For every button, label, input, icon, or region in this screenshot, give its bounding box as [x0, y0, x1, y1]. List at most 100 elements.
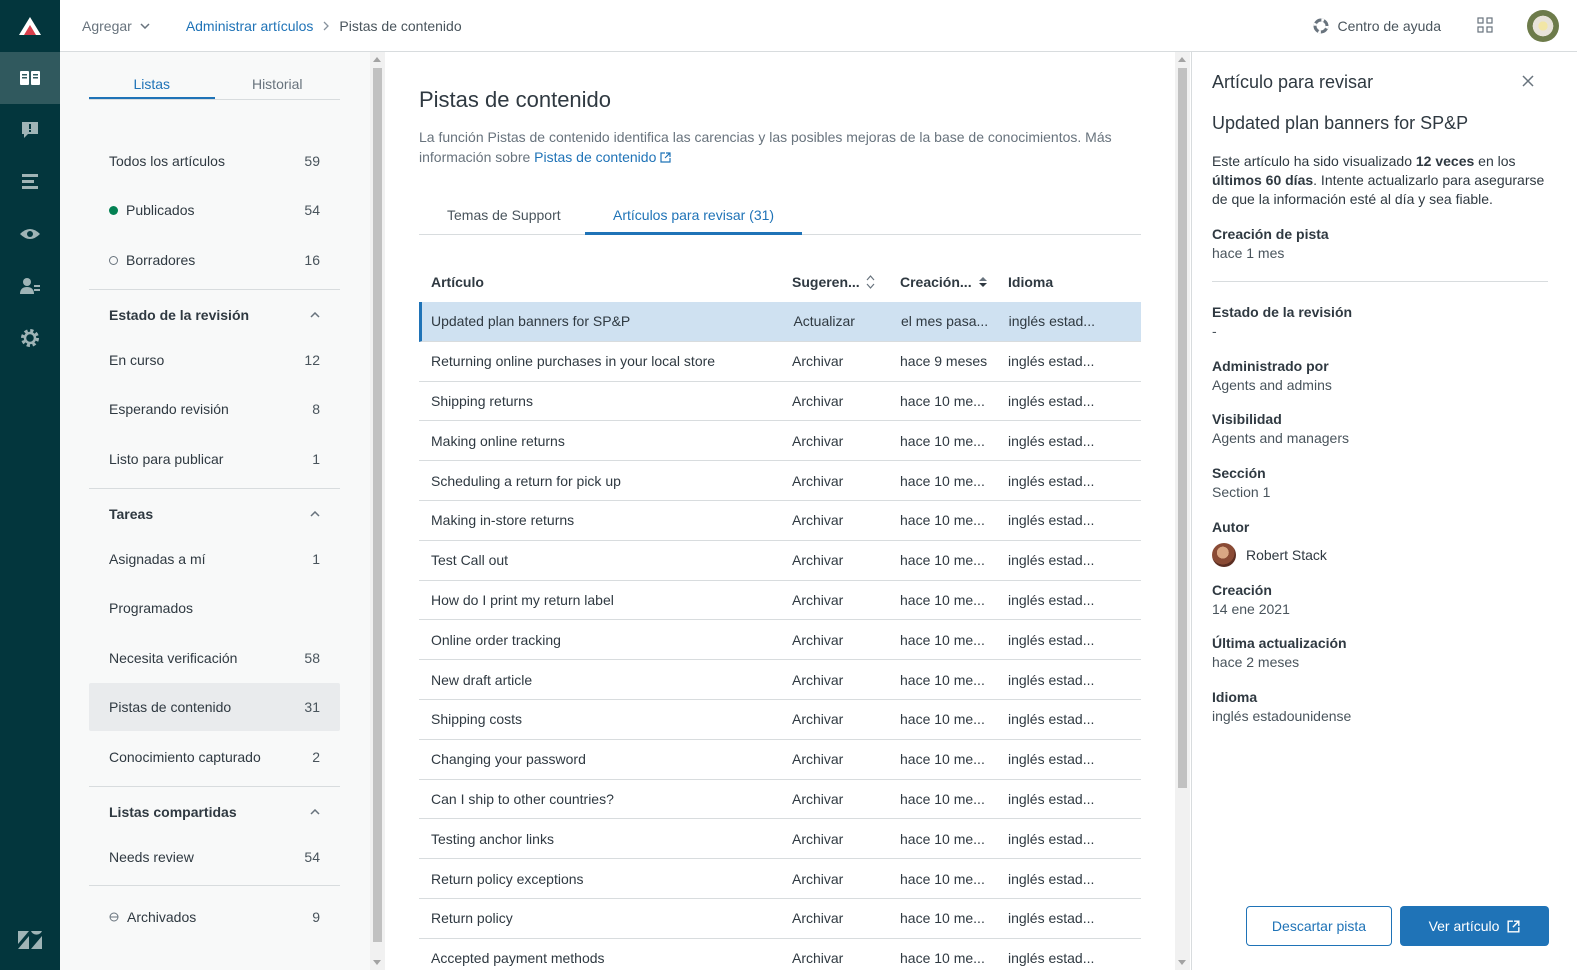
cell-article: Accepted payment methods	[431, 950, 605, 967]
review-status-section-header[interactable]: Estado de la revisión	[89, 291, 340, 339]
table-row[interactable]: Shipping returns Archivar hace 10 me... ing…	[419, 382, 1141, 422]
help-center-link[interactable]: Centro de ayuda	[1313, 18, 1441, 34]
table-row[interactable]: Testing anchor links Archivar hace 10 me..…	[419, 819, 1141, 860]
cell-created: hace 10 me...	[900, 392, 985, 409]
list-captured-knowledge[interactable]: Conocimiento capturado 2	[89, 733, 340, 781]
cell-article: How do I print my return label	[431, 591, 614, 608]
tab-history[interactable]: Historial	[215, 76, 341, 99]
list-in-progress[interactable]: En curso 12	[89, 336, 340, 384]
table-row[interactable]: Return policy Archivar hace 10 me... inglés…	[419, 899, 1141, 939]
list-all-articles[interactable]: Todos los artículos 59	[89, 137, 340, 185]
field-created: Creación 14 ene 2021	[1212, 582, 1290, 617]
help-center-label: Centro de ayuda	[1337, 18, 1441, 34]
cell-language: inglés estad...	[1008, 472, 1095, 489]
dismiss-cue-button[interactable]: Descartar pista	[1246, 906, 1392, 946]
table-row[interactable]: Making in-store returns Archivar hace 10 m…	[419, 501, 1141, 541]
preview-eye-nav-icon[interactable]	[0, 208, 60, 260]
external-link-icon	[1507, 919, 1520, 933]
user-permissions-nav-icon[interactable]	[0, 260, 60, 312]
cell-language: inglés estad...	[1008, 950, 1095, 967]
table-row[interactable]: Test Call out Archivar hace 10 me... inglés…	[419, 541, 1141, 581]
tab-support-topics[interactable]: Temas de Support	[419, 200, 589, 235]
field-managed-by: Administrado por Agents and admins	[1212, 358, 1332, 393]
tasks-section-header[interactable]: Tareas	[89, 490, 340, 538]
tab-articles-to-review[interactable]: Artículos para revisar (31)	[585, 200, 803, 235]
column-header-article[interactable]: Artículo	[419, 274, 780, 290]
scroll-down-arrow-icon[interactable]	[373, 960, 381, 965]
main-scrollbar[interactable]	[1175, 52, 1190, 970]
knowledge-nav-icon[interactable]	[0, 52, 60, 104]
chevron-up-icon	[310, 511, 320, 517]
content-cues-help-link[interactable]: Pistas de contenido	[534, 149, 671, 165]
cell-article: Return policy	[431, 910, 513, 927]
table-row[interactable]: How do I print my return label Archivar ha…	[419, 581, 1141, 621]
list-drafts[interactable]: Borradores 16	[89, 236, 340, 284]
scroll-up-arrow-icon[interactable]	[373, 57, 381, 62]
main-scrollbar-thumb[interactable]	[1178, 68, 1187, 788]
table-row[interactable]: Accepted payment methods Archivar hace 10 …	[419, 939, 1141, 970]
cell-article: Changing your password	[431, 751, 586, 768]
list-published[interactable]: Publicados 54	[89, 186, 340, 234]
list-content-cues[interactable]: Pistas de contenido 31	[89, 683, 340, 731]
column-header-created[interactable]: Creación...	[888, 274, 996, 290]
table-row[interactable]: Returning online purchases in your local…	[419, 342, 1141, 382]
table-row[interactable]: Shipping costs Archivar hace 10 me... inglé…	[419, 700, 1141, 740]
table-row[interactable]: Online order tracking Archivar hace 10 me.…	[419, 620, 1141, 661]
list-archived[interactable]: Archivados 9	[89, 893, 340, 941]
add-menu-button[interactable]: Agregar	[82, 18, 150, 34]
table-row[interactable]: Can I ship to other countries? Archivar ha…	[419, 780, 1141, 820]
lists-sidebar: Listas Historial Todos los artículos 59 …	[60, 52, 370, 970]
product-tray-grid-icon[interactable]	[1477, 16, 1493, 36]
list-needs-verification[interactable]: Necesita verificación 58	[89, 634, 340, 682]
list-ready-to-publish[interactable]: Listo para publicar 1	[89, 435, 340, 483]
column-header-suggestion[interactable]: Sugeren...	[780, 274, 888, 290]
cell-created: hace 10 me...	[900, 790, 985, 807]
list-assigned-to-me[interactable]: Asignadas a mí 1	[89, 535, 340, 583]
cell-article: Scheduling a return for pick up	[431, 472, 621, 489]
cell-created: hace 10 me...	[900, 870, 985, 887]
list-awaiting-review[interactable]: Esperando revisión 8	[89, 385, 340, 433]
column-header-language[interactable]: Idioma	[996, 274, 1141, 290]
zendesk-guide-logo-icon[interactable]	[0, 0, 60, 52]
settings-gear-nav-icon[interactable]	[0, 312, 60, 364]
sidebar-scrollbar[interactable]	[370, 52, 385, 970]
breadcrumb-manage-articles-link[interactable]: Administrar artículos	[186, 18, 314, 34]
table-row[interactable]: New draft article Archivar hace 10 me... in…	[419, 660, 1141, 700]
scroll-up-arrow-icon[interactable]	[1178, 57, 1186, 62]
close-icon[interactable]	[1522, 74, 1534, 90]
breadcrumb-current: Pistas de contenido	[339, 17, 462, 34]
scroll-down-arrow-icon[interactable]	[1178, 960, 1186, 965]
tab-lists[interactable]: Listas	[89, 76, 215, 99]
view-article-button[interactable]: Ver artículo	[1400, 906, 1549, 946]
user-avatar[interactable]	[1527, 10, 1559, 42]
cell-suggestion: Archivar	[792, 512, 844, 529]
table-row[interactable]: Scheduling a return for pick up Archivar h…	[419, 461, 1141, 501]
zendesk-logo-icon[interactable]	[0, 918, 60, 962]
table-row[interactable]: Updated plan banners for SP&P Actualizar e…	[419, 302, 1141, 342]
table-row[interactable]: Making online returns Archivar hace 10 me.…	[419, 421, 1141, 462]
table-row[interactable]: Changing your password Archivar hace 10 me…	[419, 740, 1141, 780]
cell-suggestion: Archivar	[792, 870, 844, 887]
cell-article: Shipping costs	[431, 711, 523, 728]
chevron-up-icon	[310, 312, 320, 318]
cell-article: New draft article	[431, 671, 533, 688]
chevron-up-icon	[310, 809, 320, 815]
table-row[interactable]: Return policy exceptions Archivar hace 10 …	[419, 859, 1141, 899]
cell-article: Test Call out	[431, 552, 509, 569]
arrange-content-nav-icon[interactable]	[0, 156, 60, 208]
cell-suggestion: Archivar	[792, 790, 844, 807]
panel-article-title: Updated plan banners for SP&P	[1212, 113, 1469, 133]
cell-created: hace 10 me...	[900, 591, 985, 608]
sidebar-scrollbar-thumb[interactable]	[373, 68, 382, 942]
cell-language: inglés estad...	[1008, 711, 1095, 728]
breadcrumb-chevron-icon	[323, 21, 330, 30]
cell-language: inglés estad...	[1008, 432, 1095, 449]
divider	[89, 885, 340, 886]
sort-descending-icon	[978, 277, 987, 287]
list-scheduled[interactable]: Programados	[89, 584, 340, 632]
list-needs-review[interactable]: Needs review 54	[89, 833, 340, 881]
shared-lists-section-header[interactable]: Listas compartidas	[89, 788, 340, 836]
field-review-status: Estado de la revisión -	[1212, 304, 1353, 339]
community-nav-icon[interactable]	[0, 104, 60, 156]
sort-icon	[866, 275, 875, 289]
